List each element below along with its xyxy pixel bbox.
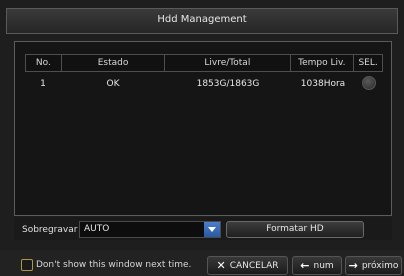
next-button[interactable]: → próximo bbox=[345, 256, 402, 275]
overwrite-select[interactable]: AUTO bbox=[79, 221, 221, 238]
next-label: próximo bbox=[361, 260, 399, 271]
arrow-right-icon: → bbox=[348, 259, 358, 272]
close-icon: ✕ bbox=[216, 259, 226, 272]
dont-show-label: Don't show this window next time. bbox=[36, 260, 192, 270]
column-header-estado: Estado bbox=[62, 55, 166, 71]
column-header-tempo: Tempo Liv. bbox=[291, 55, 355, 71]
cell-tempo: 1038Hora bbox=[300, 79, 346, 89]
overwrite-value: AUTO bbox=[84, 224, 110, 234]
cell-estado: OK bbox=[106, 79, 120, 89]
cancel-button[interactable]: ✕ CANCELAR bbox=[207, 256, 288, 275]
table-row[interactable]: 1 OK 1853G/1863G 1038Hora bbox=[25, 76, 383, 92]
column-header-livre-total: Livre/Total bbox=[165, 55, 291, 71]
dont-show-checkbox[interactable] bbox=[21, 259, 33, 271]
table-header: No. Estado Livre/Total Tempo Liv. SEL. bbox=[25, 54, 383, 72]
hdd-management-window: Hdd Management No. Estado Livre/Total Te… bbox=[0, 0, 404, 276]
select-radio[interactable] bbox=[362, 76, 376, 90]
cancel-label: CANCELAR bbox=[229, 260, 279, 271]
cell-no: 1 bbox=[40, 79, 46, 89]
cell-livre-total: 1853G/1863G bbox=[196, 79, 260, 89]
cell-sel bbox=[355, 76, 383, 92]
hdd-table-panel: No. Estado Livre/Total Tempo Liv. SEL. 1… bbox=[14, 41, 392, 216]
window-title: Hdd Management bbox=[157, 14, 247, 25]
format-hd-button[interactable]: Formatar HD bbox=[226, 221, 364, 238]
overwrite-label: Sobregravar bbox=[22, 225, 78, 235]
previous-button[interactable]: ← num bbox=[292, 256, 342, 275]
column-header-no: No. bbox=[26, 55, 62, 71]
arrow-left-icon: ← bbox=[300, 259, 310, 272]
column-header-sel: SEL. bbox=[358, 58, 378, 68]
previous-label: num bbox=[313, 260, 334, 271]
title-bar: Hdd Management bbox=[6, 8, 398, 34]
chevron-down-icon[interactable] bbox=[204, 222, 220, 237]
